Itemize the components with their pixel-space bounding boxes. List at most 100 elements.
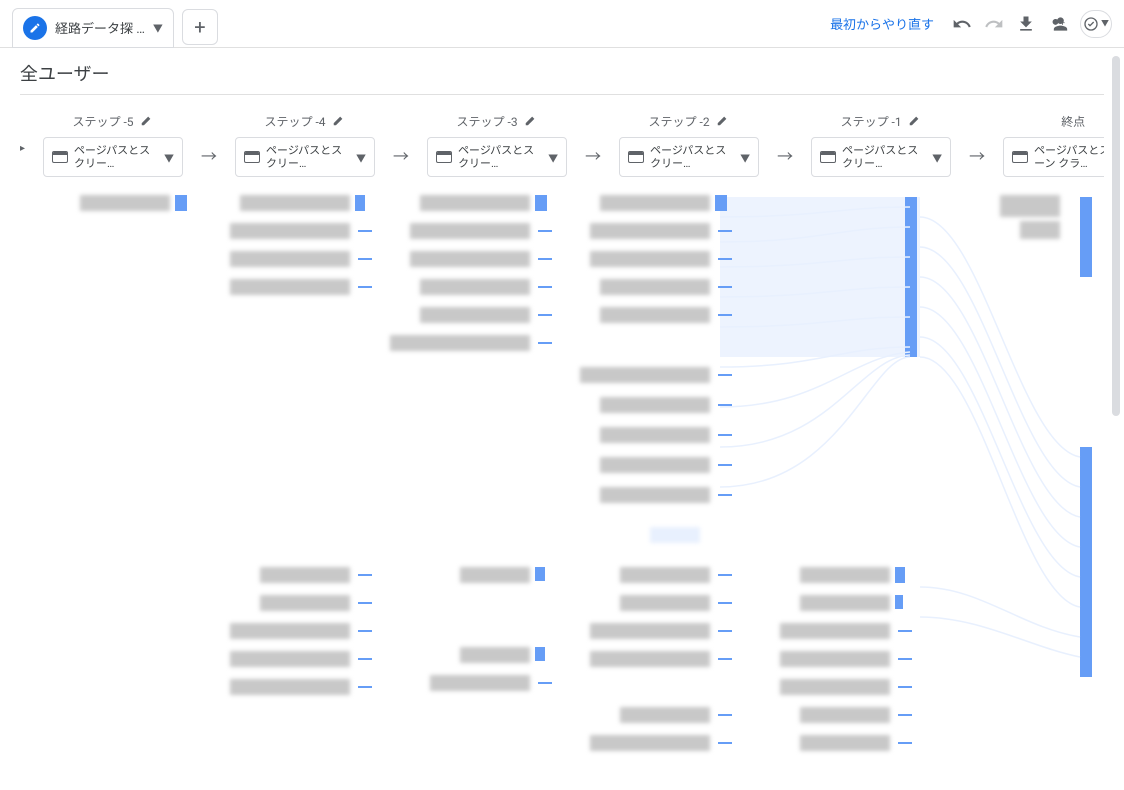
path-node[interactable]	[420, 279, 530, 295]
path-node[interactable]	[260, 567, 350, 583]
node-tick	[718, 434, 732, 436]
dimension-selector[interactable]: ページパスとスクリー… ▼	[619, 137, 759, 177]
node-bar	[535, 567, 545, 581]
chevron-right-icon[interactable]: ▸	[20, 143, 25, 154]
step-label: ステップ -4	[265, 113, 326, 130]
path-node[interactable]	[420, 307, 530, 323]
dimension-selector[interactable]: ページパスとスクリー… ▼	[427, 137, 567, 177]
path-node[interactable]	[460, 567, 530, 583]
chevron-down-icon[interactable]: ▼	[153, 20, 163, 35]
path-node[interactable]	[800, 595, 890, 611]
reset-link[interactable]: 最初からやり直す	[830, 14, 934, 33]
path-node[interactable]	[590, 623, 710, 639]
dimension-icon	[436, 151, 452, 163]
path-node[interactable]	[600, 195, 710, 211]
node-tick	[898, 686, 912, 688]
path-node[interactable]	[390, 335, 530, 351]
active-tab[interactable]: 経路データ探 … ▼	[12, 8, 174, 48]
path-node[interactable]	[780, 651, 890, 667]
dimension-selector[interactable]: ページパスとスクリー… ▼	[43, 137, 183, 177]
path-node[interactable]	[80, 195, 170, 211]
step-column-endpoint: 終点 ページパスとスクリーン クラ…	[989, 111, 1104, 177]
node-tick	[898, 658, 912, 660]
flow-bar[interactable]	[905, 197, 917, 357]
redo-button[interactable]	[980, 10, 1008, 38]
path-node[interactable]	[590, 251, 710, 267]
pencil-icon[interactable]	[332, 113, 346, 130]
chevron-down-icon: ▼	[1101, 18, 1109, 29]
path-node[interactable]	[230, 623, 350, 639]
path-node[interactable]	[620, 567, 710, 583]
flow-bar[interactable]	[1080, 447, 1092, 677]
undo-button[interactable]	[948, 10, 976, 38]
node-tick	[358, 230, 372, 232]
flow-band	[720, 197, 920, 357]
path-node[interactable]	[590, 223, 710, 239]
path-node[interactable]	[780, 679, 890, 695]
node-tick	[718, 630, 732, 632]
path-node[interactable]	[230, 223, 350, 239]
path-node[interactable]	[800, 707, 890, 723]
path-node[interactable]	[460, 647, 530, 663]
pencil-icon[interactable]	[524, 113, 538, 130]
path-node[interactable]	[230, 679, 350, 695]
path-node[interactable]	[800, 735, 890, 751]
dimension-selector[interactable]: ページパスとスクリーン クラ…	[1003, 137, 1104, 177]
path-node[interactable]	[230, 279, 350, 295]
chevron-down-icon: ▼	[548, 150, 558, 165]
step-column: ステップ -3 ページパスとスクリー… ▼	[413, 111, 581, 177]
path-node[interactable]	[650, 527, 700, 543]
path-visualization[interactable]	[20, 187, 1104, 787]
path-node[interactable]	[420, 195, 530, 211]
path-node[interactable]	[800, 567, 890, 583]
segment-title[interactable]: 全ユーザー	[20, 60, 1104, 95]
path-node[interactable]	[590, 735, 710, 751]
dimension-label: ページパスとスクリー…	[266, 144, 350, 170]
download-button[interactable]	[1012, 10, 1040, 38]
path-node[interactable]	[260, 595, 350, 611]
path-node[interactable]	[580, 367, 710, 383]
path-node[interactable]	[600, 457, 710, 473]
status-button[interactable]: ▼	[1080, 10, 1112, 38]
node-tick	[538, 286, 552, 288]
flow-bar[interactable]	[1080, 197, 1092, 277]
path-node[interactable]	[430, 675, 530, 691]
path-node[interactable]	[240, 195, 350, 211]
path-node[interactable]	[620, 595, 710, 611]
path-node[interactable]	[230, 251, 350, 267]
node-tick	[718, 574, 732, 576]
path-node[interactable]	[780, 623, 890, 639]
path-node[interactable]	[600, 487, 710, 503]
share-button[interactable]	[1044, 10, 1072, 38]
node-tick	[718, 494, 732, 496]
node-tick	[358, 258, 372, 260]
pencil-icon[interactable]	[908, 113, 922, 130]
path-node[interactable]	[590, 651, 710, 667]
path-node[interactable]	[600, 427, 710, 443]
step-header: ステップ -3	[457, 111, 538, 131]
dimension-selector[interactable]: ページパスとスクリー… ▼	[811, 137, 951, 177]
path-node[interactable]	[1000, 195, 1060, 217]
path-node[interactable]	[230, 651, 350, 667]
step-header: ステップ -5	[73, 111, 154, 131]
path-node[interactable]	[1020, 221, 1060, 239]
add-tab-button[interactable]: +	[182, 9, 218, 45]
step-header: ステップ -4	[265, 111, 346, 131]
path-node[interactable]	[600, 279, 710, 295]
chevron-down-icon: ▼	[164, 150, 174, 165]
path-node[interactable]	[600, 397, 710, 413]
path-node[interactable]	[410, 223, 530, 239]
node-bar	[895, 595, 903, 609]
node-tick	[538, 342, 552, 344]
dimension-selector[interactable]: ページパスとスクリー… ▼	[235, 137, 375, 177]
path-node[interactable]	[620, 707, 710, 723]
pencil-icon[interactable]	[716, 113, 730, 130]
node-tick	[718, 230, 732, 232]
path-node[interactable]	[600, 307, 710, 323]
path-node[interactable]	[410, 251, 530, 267]
vertical-scrollbar[interactable]	[1112, 56, 1120, 416]
node-bar	[895, 567, 905, 583]
node-tick	[718, 602, 732, 604]
tab-title: 経路データ探 …	[55, 18, 145, 37]
pencil-icon[interactable]	[140, 113, 154, 130]
